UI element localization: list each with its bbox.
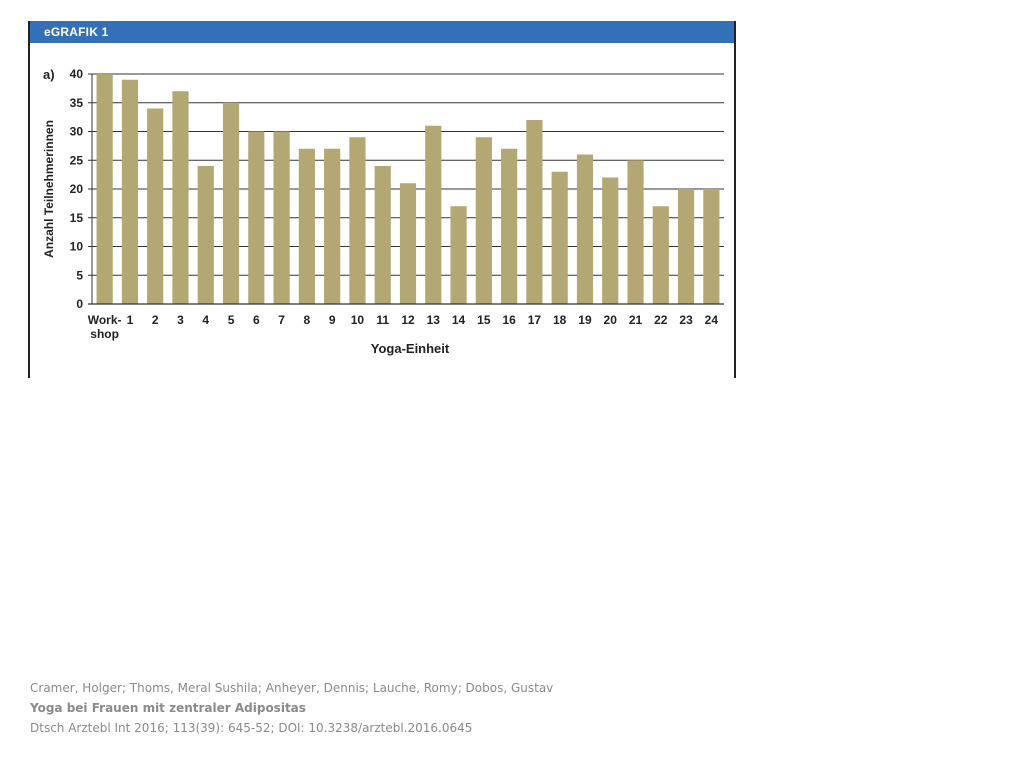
x-tick-label: 13 bbox=[427, 313, 441, 327]
citation-authors: Cramer, Holger; Thoms, Meral Sushila; An… bbox=[30, 681, 554, 695]
x-tick-label: 7 bbox=[278, 313, 285, 327]
bar bbox=[703, 189, 720, 304]
citation-title: Yoga bei Frauen mit zentraler Adipositas bbox=[30, 701, 306, 715]
x-tick-label: 1 bbox=[127, 313, 134, 327]
bar bbox=[121, 79, 139, 304]
bar bbox=[147, 108, 164, 304]
bar bbox=[349, 137, 366, 304]
x-tick-label: 11 bbox=[376, 313, 389, 327]
x-tick-label: 17 bbox=[528, 313, 542, 327]
y-tick-label: 30 bbox=[70, 125, 84, 139]
x-tick-label: 6 bbox=[253, 313, 260, 327]
x-tick-label: 8 bbox=[304, 313, 311, 327]
x-tick-label: 21 bbox=[629, 313, 643, 327]
y-tick-label: 20 bbox=[70, 182, 84, 196]
x-tick-label: 20 bbox=[604, 313, 618, 327]
bar bbox=[96, 74, 113, 304]
y-tick-label: 15 bbox=[70, 211, 84, 225]
x-tick-label: 23 bbox=[679, 313, 693, 327]
bar bbox=[475, 137, 492, 304]
x-tick-label: 9 bbox=[329, 313, 336, 327]
bar bbox=[197, 166, 214, 304]
x-tick-label: 19 bbox=[578, 313, 592, 327]
x-tick-label: 2 bbox=[152, 313, 159, 327]
bar bbox=[551, 171, 568, 304]
x-tick-label: 18 bbox=[553, 313, 567, 327]
figure-panel: eGRAFIK 1 a) 0 5 10 15 20 25 30 35 40 Work-shop 1 2 3… bbox=[28, 21, 736, 378]
bar bbox=[298, 148, 315, 304]
x-tick-label: 16 bbox=[502, 313, 516, 327]
x-tick-label: 10 bbox=[351, 313, 365, 327]
x-tick-label: 12 bbox=[401, 313, 415, 327]
bar bbox=[602, 177, 619, 304]
bar bbox=[374, 166, 391, 304]
y-axis-label: Anzahl Teilnehmerinnen bbox=[42, 120, 56, 258]
bar bbox=[273, 131, 290, 304]
bar-chart: a)0510152025303540Work-shop1 2 3 4 5 6 7 8 9 10 11… bbox=[42, 67, 724, 356]
bar bbox=[222, 102, 240, 304]
x-tick-label: 5 bbox=[228, 313, 235, 327]
citation: Cramer, Holger; Thoms, Meral Sushila; An… bbox=[30, 678, 553, 738]
x-tick-label: 4 bbox=[202, 313, 209, 327]
x-tick-label: 22 bbox=[654, 313, 668, 327]
x-tick-label: 24 bbox=[705, 313, 719, 327]
x-tick-label: 3 bbox=[177, 313, 184, 327]
panel-label: a) bbox=[43, 67, 55, 82]
bar bbox=[576, 154, 594, 304]
bar bbox=[652, 206, 669, 304]
bar bbox=[627, 160, 644, 304]
x-axis-label: Yoga-Einheit bbox=[371, 341, 450, 356]
bar bbox=[677, 189, 695, 304]
bar bbox=[526, 120, 543, 304]
y-tick-label: 5 bbox=[76, 268, 83, 282]
x-tick-label: 15 bbox=[477, 313, 491, 327]
y-tick-label: 35 bbox=[70, 96, 84, 110]
y-tick-label: 10 bbox=[70, 240, 84, 254]
y-tick-label: 25 bbox=[70, 153, 84, 167]
bar bbox=[172, 91, 189, 304]
bar bbox=[248, 131, 265, 304]
bar bbox=[324, 148, 341, 304]
y-tick-label: 0 bbox=[76, 297, 83, 311]
x-tick-label: 14 bbox=[452, 313, 466, 327]
bar bbox=[399, 183, 417, 304]
bar bbox=[425, 125, 442, 304]
x-tick-label: Work-shop bbox=[88, 313, 122, 341]
bar bbox=[450, 206, 467, 304]
citation-source: Dtsch Arztebl Int 2016; 113(39): 645-52;… bbox=[30, 721, 473, 735]
bar bbox=[501, 148, 518, 304]
y-tick-label: 40 bbox=[70, 67, 84, 81]
